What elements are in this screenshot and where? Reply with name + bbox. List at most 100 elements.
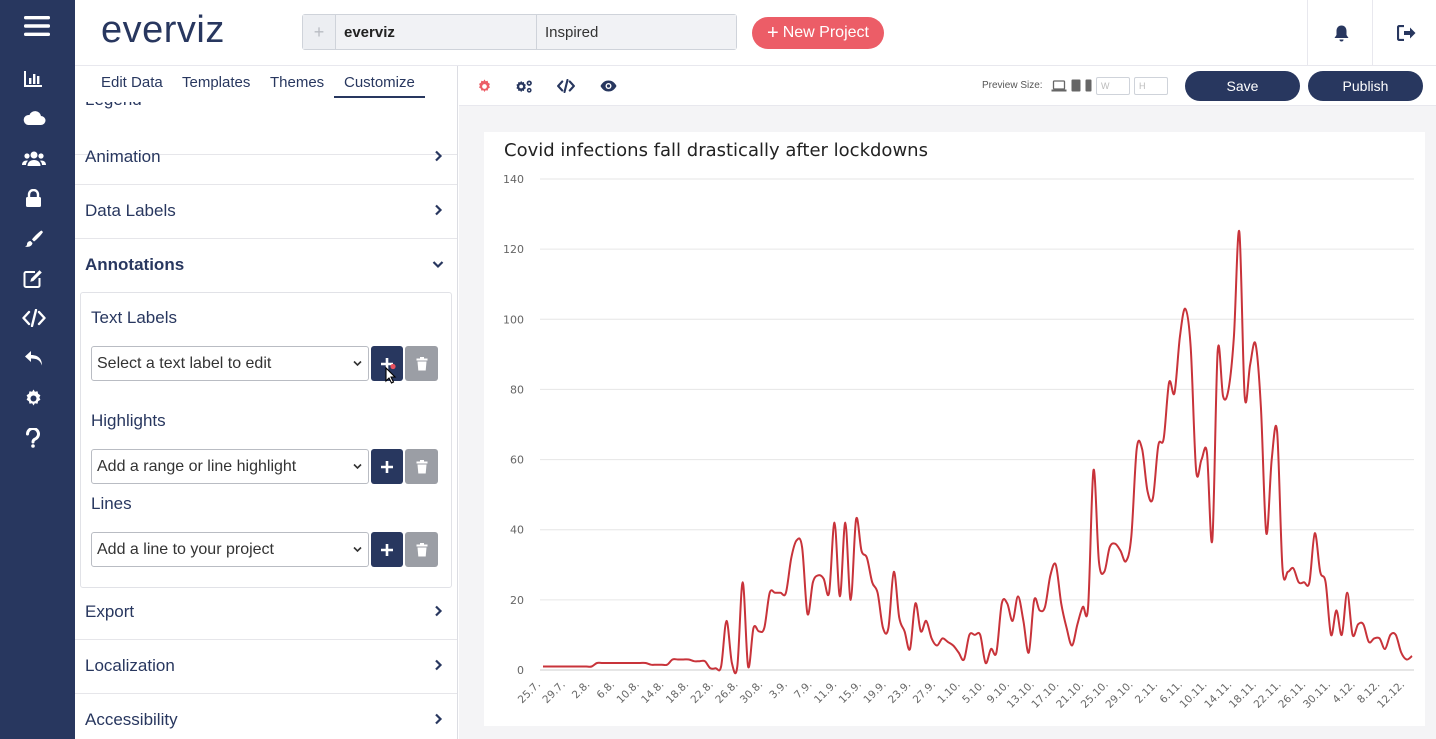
x-tick-label: 29.10. [1103, 679, 1135, 711]
hamburger-menu-icon[interactable] [24, 14, 50, 38]
gear-icon[interactable] [22, 387, 44, 409]
text-labels-title: Text Labels [91, 308, 177, 327]
top-header: everviz + everviz Inspired + New Project [75, 0, 1436, 66]
highlight-select[interactable]: Add a range or line highlight [91, 449, 369, 484]
undo-icon[interactable] [22, 347, 44, 369]
preview-width-input[interactable]: W [1096, 77, 1130, 95]
team-icon[interactable] [22, 147, 46, 169]
trash-icon [416, 356, 427, 370]
chart-icon[interactable] [22, 67, 44, 89]
preview-height-input[interactable]: H [1134, 77, 1168, 95]
delete-highlight-button[interactable] [405, 449, 438, 484]
section-accessibility[interactable]: Accessibility [75, 694, 457, 739]
logout-icon[interactable] [1395, 22, 1417, 44]
chevron-down-icon [353, 463, 362, 470]
x-tick-label: 30.11. [1301, 679, 1333, 711]
plus-icon [381, 543, 393, 556]
line-select[interactable]: Add a line to your project [91, 532, 369, 567]
everviz-editor: everviz + everviz Inspired + New Project… [0, 0, 1436, 739]
section-animation[interactable]: Animation [75, 131, 457, 185]
add-project-plus-icon[interactable]: + [303, 15, 336, 49]
select-value: Add a range or line highlight [97, 458, 297, 475]
lock-icon[interactable] [22, 187, 44, 209]
publish-button[interactable]: Publish [1308, 71, 1423, 101]
trash-icon [416, 459, 427, 473]
x-tick-label: 14.8. [639, 679, 666, 706]
x-tick-label: 18.8. [664, 679, 691, 706]
x-tick-label: 10.8. [614, 679, 641, 706]
x-tick-label: 11.9. [812, 679, 839, 706]
tablet-icon[interactable] [1071, 79, 1081, 97]
x-tick-label: 1.10. [935, 679, 962, 706]
project-theme-field[interactable]: Inspired [537, 15, 736, 49]
bell-icon[interactable] [1330, 22, 1352, 44]
section-label: Localization [85, 656, 175, 675]
edit-icon[interactable] [22, 267, 44, 289]
trash-icon [416, 542, 427, 556]
select-value: Select a text label to edit [97, 355, 272, 372]
tab-themes[interactable]: Themes [270, 74, 324, 91]
text-label-select[interactable]: Select a text label to edit [91, 346, 369, 381]
chevron-down-icon [353, 546, 362, 553]
preview-eye-icon[interactable] [599, 77, 617, 95]
chevron-right-icon [435, 713, 443, 725]
y-tick-label: 0 [517, 664, 524, 677]
left-nav-rail [0, 0, 75, 739]
x-tick-label: 23.9. [886, 679, 913, 706]
chart-toolbar: Preview Size: W H Save Publish [459, 66, 1436, 106]
delete-text-label-button[interactable] [405, 346, 438, 381]
section-label: Data Labels [85, 201, 176, 220]
new-project-label: New Project [782, 24, 869, 41]
delete-line-button[interactable] [405, 532, 438, 567]
highlights-title: Highlights [91, 411, 166, 430]
x-tick-label: 25.7. [516, 679, 543, 706]
x-tick-label: 3.9. [767, 679, 790, 702]
laptop-icon[interactable] [1051, 79, 1067, 97]
plus-icon: + [767, 22, 779, 44]
x-tick-label: 2.8. [570, 679, 593, 702]
project-name-field[interactable]: everviz [336, 15, 537, 49]
x-tick-label: 29.7. [540, 679, 567, 706]
chevron-down-icon [353, 360, 362, 367]
chevron-right-icon [435, 204, 443, 216]
project-selector: + everviz Inspired [302, 14, 737, 50]
section-label: Animation [85, 147, 161, 166]
section-localization[interactable]: Localization [75, 640, 457, 694]
chevron-down-icon [432, 261, 444, 269]
x-tick-label: 4.12. [1330, 679, 1357, 706]
section-data-labels[interactable]: Data Labels [75, 185, 457, 239]
preview-size-label: Preview Size: [982, 80, 1043, 91]
help-icon[interactable] [22, 427, 44, 449]
y-tick-label: 140 [503, 173, 524, 186]
header-divider [1307, 0, 1308, 66]
y-tick-label: 80 [510, 383, 524, 396]
advanced-settings-icon[interactable] [515, 77, 533, 95]
mouse-cursor-icon [385, 363, 397, 384]
section-annotations[interactable]: Annotations [75, 239, 457, 293]
section-label: Annotations [85, 255, 185, 274]
add-highlight-button[interactable] [371, 449, 403, 484]
code-icon[interactable] [557, 77, 575, 95]
paintbrush-icon[interactable] [22, 227, 44, 249]
header-divider [1372, 0, 1373, 66]
plus-icon [381, 460, 393, 473]
add-line-button[interactable] [371, 532, 403, 567]
tab-edit-data[interactable]: Edit Data [101, 74, 163, 91]
tab-templates[interactable]: Templates [182, 74, 250, 91]
annotations-card: Text Labels Select a text label to edit … [80, 292, 452, 588]
settings-gear-icon[interactable] [475, 77, 493, 95]
tab-customize[interactable]: Customize [334, 74, 425, 98]
section-export[interactable]: Export [75, 586, 457, 640]
chart-preview[interactable]: Covid infections fall drastically after … [484, 132, 1425, 726]
cloud-icon[interactable] [22, 107, 46, 129]
chevron-right-icon [435, 659, 443, 671]
save-button[interactable]: Save [1185, 71, 1300, 101]
series-line[interactable] [543, 230, 1413, 675]
chevron-right-icon [435, 605, 443, 617]
embed-code-icon[interactable] [22, 307, 46, 329]
select-value: Add a line to your project [97, 541, 274, 558]
phone-icon[interactable] [1085, 79, 1092, 97]
new-project-button[interactable]: + New Project [752, 17, 884, 49]
everviz-logo[interactable]: everviz [101, 9, 225, 52]
x-tick-label: 22.8. [689, 679, 716, 706]
